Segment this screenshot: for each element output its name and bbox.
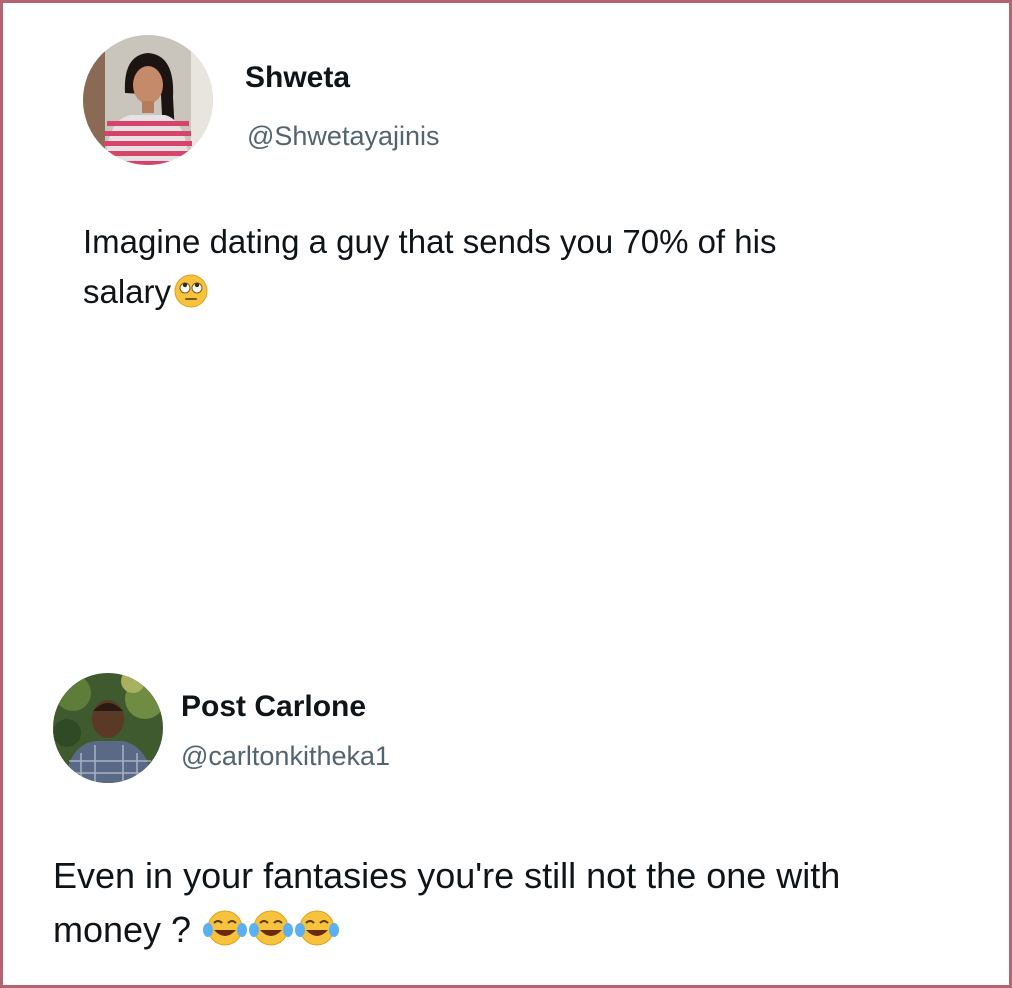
author-handle[interactable]: @carltonkitheka1 [181,741,390,772]
post-text: Imagine dating a guy that sends you 70% … [83,217,963,316]
post-text-line-2: money ? [53,909,192,950]
avatar-shweta[interactable] [83,35,213,165]
face-with-rolling-eyes-icon [173,273,209,309]
post-text-line-2: salary [83,272,172,310]
author-name[interactable]: Post Carlone [181,690,366,724]
face-with-tears-of-joy-icon [295,908,340,948]
post-text: Even in your fantasies you're still not … [53,849,983,957]
face-with-tears-of-joy-icon [249,908,294,948]
author-name[interactable]: Shweta [245,61,350,95]
post-text-line-1: Imagine dating a guy that sends you 70% … [83,223,777,260]
face-with-tears-of-joy-icon [203,908,248,948]
author-handle[interactable]: @Shwetayajinis [247,121,440,152]
avatar-carlone[interactable] [53,673,163,783]
post-text-line-1: Even in your fantasies you're still not … [53,855,841,896]
screenshot-frame: Shweta @Shwetayajinis Imagine dating a g… [0,0,1012,988]
